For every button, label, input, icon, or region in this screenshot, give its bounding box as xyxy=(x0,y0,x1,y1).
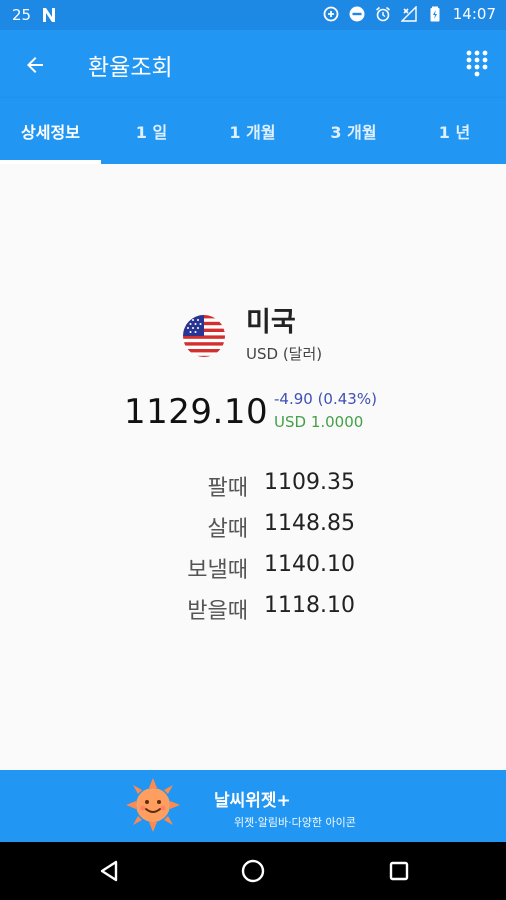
tab-label: 1 년 xyxy=(438,123,471,142)
nav-recents-button[interactable] xyxy=(384,856,414,886)
nav-home-button[interactable] xyxy=(238,856,268,886)
notification-n-icon xyxy=(43,8,56,22)
system-nav-bar xyxy=(0,842,506,900)
data-saver-icon xyxy=(323,6,339,22)
tab-label: 상세정보 xyxy=(21,123,80,142)
rate-label: 받을때 xyxy=(187,599,248,624)
rate-row-sell: 팔때 1109.35 xyxy=(0,470,506,510)
rate-change: -4.90 (0.43%) xyxy=(274,390,377,408)
tab-bar: 상세정보 1 일 1 개월 3 개월 1 년 xyxy=(0,98,506,164)
status-left-text: 25 xyxy=(12,6,32,24)
home-circle-icon xyxy=(241,859,265,883)
dialpad-menu-button[interactable] xyxy=(464,48,490,80)
tab-1-month[interactable]: 1 개월 xyxy=(202,98,303,164)
rate-value: 1148.85 xyxy=(264,511,355,536)
rate-value: 1109.35 xyxy=(264,470,355,495)
rate-label: 팔때 xyxy=(207,476,248,501)
exchange-rate: 1129.10 xyxy=(124,392,269,432)
recents-square-icon xyxy=(389,861,409,881)
do-not-disturb-icon xyxy=(349,6,365,22)
rate-row-buy: 살때 1148.85 xyxy=(0,511,506,551)
rate-value: 1140.10 xyxy=(264,552,355,577)
arrow-left-icon xyxy=(27,57,43,73)
alarm-icon xyxy=(375,6,390,22)
tab-label: 1 개월 xyxy=(229,123,276,142)
ad-title: 날씨위젯+ xyxy=(214,791,291,811)
status-bar: 25 14:07 xyxy=(0,0,506,30)
smiling-sun-icon xyxy=(126,778,180,832)
rate-label: 살때 xyxy=(207,517,248,542)
rate-row-receive: 받을때 1118.10 xyxy=(0,593,506,633)
battery-icon xyxy=(430,6,440,22)
tab-1-day[interactable]: 1 일 xyxy=(101,98,202,164)
tab-detail[interactable]: 상세정보 xyxy=(0,98,101,164)
back-button[interactable] xyxy=(18,48,52,82)
tab-3-months[interactable]: 3 개월 xyxy=(303,98,404,164)
tab-label: 3 개월 xyxy=(330,123,377,142)
currency-name: USD (달러) xyxy=(246,345,323,363)
tab-label: 1 일 xyxy=(135,123,168,142)
base-amount: USD 1.0000 xyxy=(274,413,364,431)
rate-value: 1118.10 xyxy=(264,593,355,618)
nav-back-button[interactable] xyxy=(94,856,124,886)
app-bar: 환율조회 xyxy=(0,30,506,98)
ad-banner[interactable]: 날씨위젯+ 위젯·알림바·다양한 아이콘 xyxy=(0,770,506,842)
detail-panel: 미국 USD (달러) 1129.10 -4.90 (0.43%) USD 1.… xyxy=(0,164,506,770)
back-triangle-icon xyxy=(100,860,118,882)
no-signal-icon xyxy=(400,6,417,22)
country-name: 미국 xyxy=(246,307,296,338)
dialpad-grid-icon xyxy=(466,50,488,77)
country-header: 미국 USD (달러) xyxy=(182,308,322,364)
us-flag-icon xyxy=(183,315,225,357)
rate-row-send: 보낼때 1140.10 xyxy=(0,552,506,592)
tab-1-year[interactable]: 1 년 xyxy=(404,98,505,164)
page-title: 환율조회 xyxy=(88,55,173,81)
rate-label: 보낼때 xyxy=(187,558,248,583)
ad-subtitle: 위젯·알림바·다양한 아이콘 xyxy=(234,816,356,829)
status-time: 14:07 xyxy=(452,5,496,23)
